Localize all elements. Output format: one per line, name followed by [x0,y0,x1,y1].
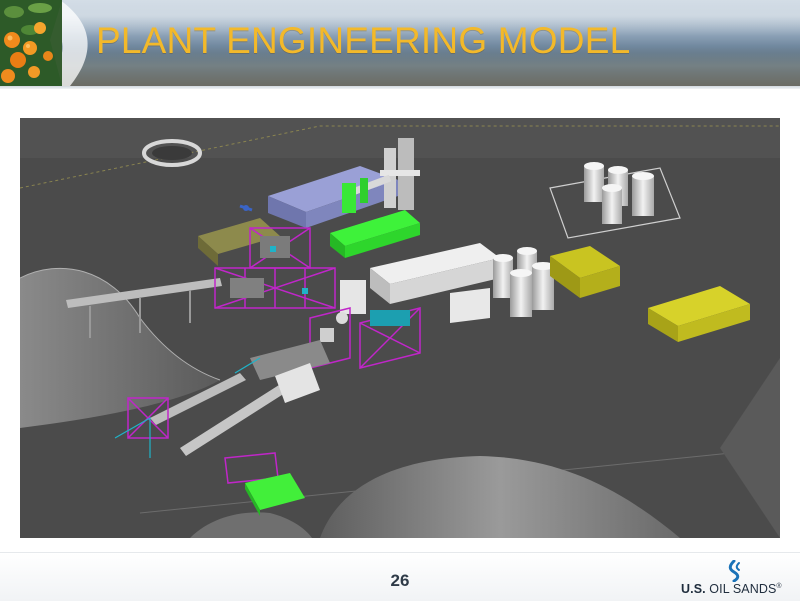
header-divider [0,86,800,89]
page-number: 26 [390,571,410,590]
company-logo: U.S. OIL SANDS® [681,560,793,596]
header-banner: PLANT ENGINEERING MODEL [0,0,800,86]
logo-registered-mark: ® [776,582,782,590]
oil-sands-logo-mark-icon [728,560,740,582]
logo-wordmark: U.S. OIL SANDS® [681,582,782,596]
logo-name: OIL SANDS [709,582,777,596]
render-image [20,118,780,538]
plant-render-illustration [20,118,780,538]
logo-prefix: U.S. [681,582,706,596]
page-title: PLANT ENGINEERING MODEL [96,20,631,61]
oranges-decoration-icon [0,0,62,86]
